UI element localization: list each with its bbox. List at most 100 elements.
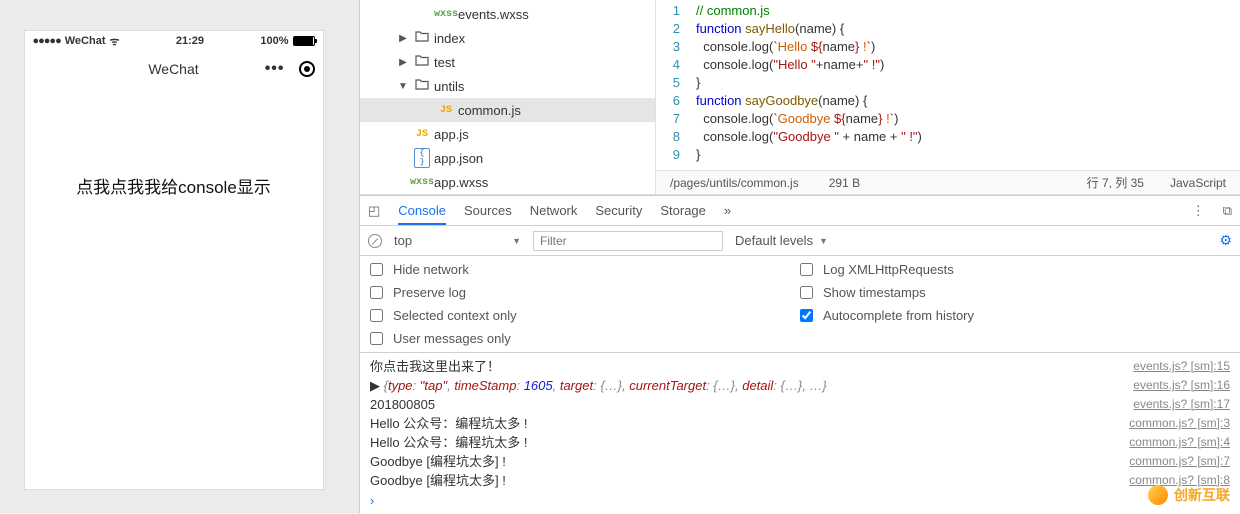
code-line[interactable]: // common.js [696,2,1240,20]
console-line[interactable]: ▶ {type: "tap", timeStamp: 1605, target:… [370,376,1230,395]
opt-autocomplete-from-history[interactable]: Autocomplete from history [800,308,1230,323]
source-link[interactable]: common.js? [sm]:4 [1129,433,1230,452]
levels-dropdown[interactable]: Default levels [735,233,828,248]
clear-console-icon[interactable] [368,234,382,248]
tree-item-untils[interactable]: ▼ untils [360,74,655,98]
carrier-label: WeChat [65,35,106,47]
console-line[interactable]: Goodbye [编程坑太多] !common.js? [sm]:7 [370,452,1230,471]
source-link[interactable]: events.js? [sm]:17 [1133,395,1230,414]
source-link[interactable]: events.js? [sm]:15 [1133,357,1230,376]
code-line[interactable]: console.log(`Hello ${name} !`) [696,38,1240,56]
console-output[interactable]: 你点击我这里出来了！events.js? [sm]:15▶ {type: "ta… [360,353,1240,514]
file-path: /pages/untils/common.js [670,174,799,192]
opt-selected-context-only[interactable]: Selected context only [370,308,800,323]
lang-label: JavaScript [1170,174,1226,192]
clock-label: 21:29 [176,35,204,47]
watermark: 创新互联 [1148,485,1230,505]
tree-label: untils [434,79,464,94]
tab-storage[interactable]: Storage [660,203,706,218]
folder-icon [410,79,434,94]
console-line[interactable]: 你点击我这里出来了！events.js? [sm]:15 [370,357,1230,376]
wifi-icon: ᯤ [109,34,119,49]
tree-label: events.wxss [458,7,529,22]
tree-item-events-wxss[interactable]: wxssevents.wxss [360,2,655,26]
tree-item-app-js[interactable]: JSapp.js [360,122,655,146]
more-icon[interactable]: ••• [265,60,285,78]
status-bar: ●●●●● WeChat ᯤ 21:29 100% [25,31,323,51]
simulator-pane: ●●●●● WeChat ᯤ 21:29 100% WeChat ••• 点我点… [0,0,359,513]
console-prompt[interactable]: › [370,490,1230,510]
console-toolbar: top Default levels ⚙ [360,226,1240,256]
devtools: ◰ ConsoleSourcesNetworkSecurityStorage» … [360,195,1240,514]
kebab-icon[interactable]: ⋮ [1192,203,1205,219]
opt-hide-network[interactable]: Hide network [370,262,800,277]
code-line[interactable]: console.log("Hello "+name+" !") [696,56,1240,74]
tab-security[interactable]: Security [595,203,642,218]
filter-input[interactable] [533,231,723,251]
opt-user-messages-only[interactable]: User messages only [370,331,800,346]
tab-console[interactable]: Console [398,203,446,225]
target-icon[interactable] [299,61,315,77]
tree-item-common-js[interactable]: JScommon.js [360,98,655,122]
tree-item-app-json[interactable]: { } app.json [360,146,655,170]
code-line[interactable]: function sayGoodbye(name) { [696,92,1240,110]
watermark-logo-icon [1148,485,1168,505]
code-line[interactable]: console.log("Goodbye " + name + " !") [696,128,1240,146]
expand-icon[interactable]: ▶ [396,33,410,44]
dev-panel: wxssevents.wxss▶index▶test▼untilsJScommo… [359,0,1240,513]
tab-sources[interactable]: Sources [464,203,512,218]
code-line[interactable]: console.log(`Goodbye ${name} !`) [696,110,1240,128]
file-size: 291 B [829,174,860,192]
tree-item-app-wxss[interactable]: wxssapp.wxss [360,170,655,194]
tree-label: index [434,31,465,46]
console-line[interactable]: Hello 公众号：编程坑太多 !common.js? [sm]:4 [370,433,1230,452]
code-line[interactable]: function sayHello(name) { [696,20,1240,38]
dock-icon[interactable]: ⧉ [1223,203,1232,219]
opt-preserve-log[interactable]: Preserve log [370,285,800,300]
tree-label: app.js [434,127,469,142]
wxss-file-icon: wxss [434,9,458,20]
phone-frame: ●●●●● WeChat ᯤ 21:29 100% WeChat ••• 点我点… [24,30,324,490]
expand-icon[interactable]: ▼ [396,81,410,92]
opt-log-xmlhttprequests[interactable]: Log XMLHttpRequests [800,262,1230,277]
tree-item-index[interactable]: ▶ index [360,26,655,50]
source-link[interactable]: common.js? [sm]:3 [1129,414,1230,433]
nav-bar: WeChat ••• [25,51,323,87]
tree-label: app.wxss [434,175,488,190]
code-line[interactable]: } [696,146,1240,164]
battery-pct: 100% [260,35,288,47]
file-tree[interactable]: wxssevents.wxss▶index▶test▼untilsJScommo… [360,0,656,194]
console-line[interactable]: Goodbye [编程坑太多] !common.js? [sm]:8 [370,471,1230,490]
code-editor[interactable]: 123456789 // common.jsfunction sayHello(… [656,0,1240,194]
tab-network[interactable]: Network [530,203,578,218]
expand-icon[interactable]: ▶ [396,57,410,68]
cursor-pos: 行 7, 列 35 [1087,174,1144,192]
source-link[interactable]: events.js? [sm]:16 [1133,376,1230,395]
json-file-icon: { } [414,148,430,168]
console-line[interactable]: Hello 公众号：编程坑太多 !common.js? [sm]:3 [370,414,1230,433]
tree-label: common.js [458,103,521,118]
js-file-icon: JS [434,105,458,116]
js-file-icon: JS [410,129,434,140]
more-tabs-icon[interactable]: » [724,203,731,218]
tree-label: app.json [434,151,483,166]
console-options: Hide network Preserve log Selected context… [360,256,1240,353]
line-gutter: 123456789 [656,0,688,194]
editor-statusline: /pages/untils/common.js 291 B 行 7, 列 35 … [656,170,1240,194]
source-link[interactable]: common.js? [sm]:7 [1129,452,1230,471]
opt-show-timestamps[interactable]: Show timestamps [800,285,1230,300]
battery-icon [293,36,315,46]
context-dropdown[interactable]: top [394,233,521,248]
gear-icon[interactable]: ⚙ [1219,232,1232,249]
devtools-tabs: ◰ ConsoleSourcesNetworkSecurityStorage» … [360,196,1240,226]
tree-label: test [434,55,455,70]
folder-icon [410,55,434,70]
code-line[interactable]: } [696,74,1240,92]
inspect-icon[interactable]: ◰ [368,203,380,219]
folder-icon [410,31,434,46]
console-line[interactable]: 201800805events.js? [sm]:17 [370,395,1230,414]
page-content[interactable]: 点我点我我给console显示 [25,87,323,198]
wxss-file-icon: wxss [410,177,434,188]
tree-item-test[interactable]: ▶ test [360,50,655,74]
signal-icon: ●●●●● [33,35,61,47]
